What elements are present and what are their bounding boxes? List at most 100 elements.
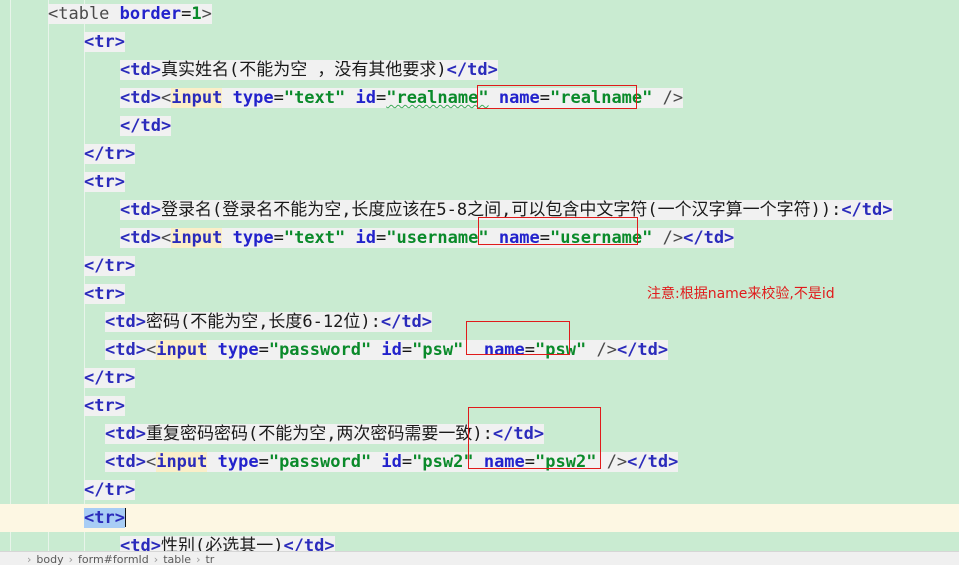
breadcrumb-item-form[interactable]: form#formId [78, 553, 149, 565]
code-line[interactable]: </tr> [0, 476, 959, 504]
token-input-keyword: input [156, 452, 208, 472]
token-td-open: <td> [105, 312, 146, 332]
token-value-name: "psw" [535, 340, 587, 360]
code-content[interactable]: <table border=1> <tr> <td>真实姓名(不能为空 ，没有其… [0, 0, 959, 565]
token-attr-name: name [483, 452, 525, 472]
code-line[interactable]: <td>真实姓名(不能为空 ，没有其他要求)</td> [0, 56, 959, 84]
code-line[interactable]: <tr> [0, 168, 959, 196]
code-line[interactable]: <td><input type="password" id="psw" name… [0, 336, 959, 364]
code-line[interactable]: </tr> [0, 140, 959, 168]
breadcrumb-separator: › [196, 553, 201, 565]
token-value-type: "password" [268, 340, 372, 360]
code-line[interactable]: <tr> [0, 28, 959, 56]
token-value-id: "username" [386, 228, 489, 248]
code-line[interactable]: <td>密码(不能为空,长度6-12位):</td> [0, 308, 959, 336]
token-td-open: <td> [120, 228, 161, 248]
token-eq: = [524, 452, 536, 472]
annotation-note: 注意:根据name来校验,不是id [647, 286, 835, 302]
token-td-close: </td> [120, 116, 172, 136]
token-td-close: </td> [616, 340, 669, 360]
breadcrumb-separator: › [68, 553, 74, 565]
token-value-name: "realname" [550, 88, 653, 108]
token-tr-close: </tr> [84, 480, 136, 500]
token-eq: = [181, 4, 192, 24]
token-value-border: 1 [191, 4, 202, 24]
token-tr-close: </tr> [84, 368, 136, 388]
token-attr-name: name [498, 228, 540, 248]
token-eq: = [273, 88, 284, 108]
token-value-name: "username" [550, 228, 653, 248]
code-line[interactable]: <td>重复密码密码(不能为空,两次密码需要一致):</td> [0, 420, 959, 448]
token-attr-type: type [222, 228, 274, 248]
code-line[interactable]: <td><input type="password" id="psw2" nam… [0, 448, 959, 476]
token-attr-id: id [371, 340, 402, 360]
breadcrumb-item-tr[interactable]: tr [205, 553, 214, 565]
token-angle-open: < [160, 88, 172, 108]
token-attr-id: id [371, 452, 402, 472]
token-attr-border: border [109, 4, 182, 24]
token-eq: = [539, 228, 551, 248]
token-eq: = [401, 452, 413, 472]
token-selfclose: /> [652, 228, 684, 248]
token-text: 登录名(登录名不能为空,长度应该在5-8之间,可以包含中文字符(一个汉字算一个字… [160, 200, 842, 220]
token-td-close: </td> [492, 424, 545, 444]
token-tr-open: <tr> [84, 284, 125, 304]
token-tr-open: <tr> [84, 32, 125, 52]
token-input-keyword: input [156, 340, 208, 360]
token-attr-id: id [345, 88, 376, 108]
token-td-open: <td> [120, 88, 161, 108]
token-selfclose: /> [652, 88, 684, 108]
code-line[interactable]: <td><input type="text" id="username" nam… [0, 224, 959, 252]
code-line[interactable]: <td>登录名(登录名不能为空,长度应该在5-8之间,可以包含中文字符(一个汉字… [0, 196, 959, 224]
token-eq: = [375, 228, 387, 248]
code-line[interactable]: <table border=1> [0, 0, 959, 28]
token-eq: = [273, 228, 284, 248]
token-selfclose: /> [586, 340, 617, 360]
token-value-id: "realname" [386, 88, 489, 108]
breadcrumb[interactable]: › body › form#formId › table › tr [0, 551, 959, 565]
token-input-keyword: input [171, 88, 223, 108]
code-line[interactable]: </td> [0, 112, 959, 140]
token-attr-id: id [345, 228, 376, 248]
token-angle-open: < [145, 452, 157, 472]
token-value-id: "psw2" [412, 452, 474, 472]
code-editor-pane[interactable]: <table border=1> <tr> <td>真实姓名(不能为空 ，没有其… [0, 0, 959, 565]
code-line[interactable]: <tr> [0, 392, 959, 420]
code-line[interactable]: </tr> [0, 252, 959, 280]
text-caret [124, 508, 126, 527]
code-line[interactable]: <td><input type="text" id="realname" nam… [0, 84, 959, 112]
token-selfclose: /> [596, 452, 628, 472]
token-text: 重复密码密码(不能为空,两次密码需要一致): [145, 424, 493, 444]
token-td-close: </td> [627, 452, 679, 472]
token-tr-open-selected[interactable]: <tr> [84, 508, 125, 528]
breadcrumb-separator: › [27, 553, 32, 565]
token-eq: = [375, 88, 387, 108]
token-tr-close: </tr> [84, 144, 136, 164]
token-td-open: <td> [120, 60, 161, 80]
token-tr-open: <tr> [84, 396, 125, 416]
token-attr-type: type [222, 88, 274, 108]
token-attr-name: name [498, 88, 540, 108]
token-tag-open: <table [48, 4, 110, 24]
token-value-name: "psw2" [535, 452, 597, 472]
token-td-open: <td> [120, 200, 161, 220]
token-text: 密码(不能为空,长度6-12位): [145, 312, 381, 332]
token-eq: = [258, 340, 269, 360]
token-td-close: </td> [380, 312, 433, 332]
token-value-type: "text" [283, 228, 346, 248]
token-td-close: </td> [841, 200, 893, 220]
token-value-type: "password" [268, 452, 372, 472]
token-eq: = [258, 452, 269, 472]
token-td-close: </td> [683, 228, 735, 248]
code-line[interactable]: </tr> [0, 364, 959, 392]
token-angle-open: < [160, 228, 172, 248]
token-eq: = [524, 340, 536, 360]
breadcrumb-item-table[interactable]: table [163, 553, 191, 565]
token-tag-close: > [201, 4, 212, 24]
breadcrumb-item-body[interactable]: body [36, 553, 63, 565]
code-line-current[interactable]: <tr> [0, 504, 959, 532]
token-input-keyword: input [171, 228, 223, 248]
token-angle-open: < [145, 340, 157, 360]
token-text: 真实姓名(不能为空 ，没有其他要求) [160, 60, 447, 80]
token-td-open: <td> [105, 452, 146, 472]
